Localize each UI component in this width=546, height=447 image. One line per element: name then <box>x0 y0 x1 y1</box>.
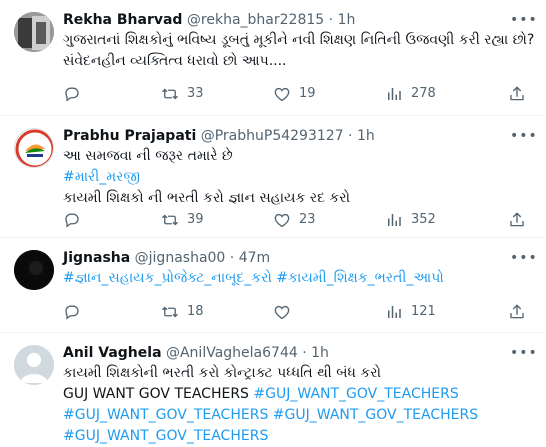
avatar-image <box>14 12 54 52</box>
author-name[interactable]: Jignasha <box>63 250 130 266</box>
reply-icon <box>63 303 81 321</box>
retweet-button[interactable]: 18 <box>161 302 204 322</box>
tweet[interactable]: Prabhu Prajapati @PrabhuP54293127 · 1h •… <box>0 116 546 238</box>
retweet-icon <box>161 211 179 229</box>
views-icon <box>385 211 403 229</box>
reply-button[interactable] <box>63 84 81 104</box>
tweet-header: Anil Vaghela @AnilVaghela6744 · 1h <box>63 343 536 363</box>
separator-dot: · <box>229 250 235 266</box>
tweet-header: Jignasha @jignasha00 · 47m <box>63 248 536 268</box>
heart-icon <box>273 85 291 103</box>
views-icon <box>385 303 403 321</box>
share-button[interactable] <box>508 84 526 104</box>
tweet-line-row: GUJ WANT GOV TEACHERS #GUJ_WANT_GOV_TEAC… <box>63 384 530 405</box>
like-button[interactable]: 23 <box>273 210 316 230</box>
views-button[interactable]: 352 <box>385 210 436 230</box>
views-button[interactable]: 278 <box>385 84 436 104</box>
more-icon[interactable]: ••• <box>510 10 537 30</box>
tweet-line: સંવેદનહીન વ્યક્તિત્વ ધરાવો છો આપ.... <box>63 53 287 69</box>
heart-icon <box>273 211 291 229</box>
heart-icon <box>273 303 291 321</box>
views-count: 121 <box>411 304 436 319</box>
tweet-line: ગુજરાતનાં શિક્ષકોનું ભવિષ્ય ડૂબતું મૂકીન… <box>63 32 535 48</box>
separator-dot: · <box>302 345 307 361</box>
like-count: 19 <box>299 86 316 101</box>
retweet-button[interactable]: 33 <box>161 84 204 104</box>
tweet[interactable]: Anil Vaghela @AnilVaghela6744 · 1h ••• ક… <box>0 333 546 444</box>
hashtag-link[interactable]: #જ્ઞાન_સહાયક_પ્રોજેક્ટ_નાબૂદ_કરો #કાયમી_… <box>63 268 530 289</box>
tweet[interactable]: Rekha Bharvad @rekha_bhar22815 · 1h ••• … <box>0 0 546 116</box>
hashtag-link[interactable]: #GUJ_WANT_GOV_TEACHERS <box>253 386 458 402</box>
timestamp[interactable]: 1h <box>338 12 356 28</box>
retweet-icon <box>161 303 179 321</box>
avatar-image <box>15 129 53 167</box>
author-name[interactable]: Prabhu Prajapati <box>63 128 196 144</box>
share-button[interactable] <box>508 302 526 322</box>
more-icon[interactable]: ••• <box>510 343 537 363</box>
author-name[interactable]: Rekha Bharvad <box>63 12 182 28</box>
avatar[interactable] <box>14 12 54 52</box>
timestamp[interactable]: 1h <box>311 345 329 361</box>
tweet-header: Prabhu Prajapati @PrabhuP54293127 · 1h <box>63 126 536 146</box>
tweet-text: કાયમી શિક્ષકોની ભરતી કરો કોન્ટ્રાક્ટ પધ્… <box>63 363 530 447</box>
tweet-line-row: #GUJ_WANT_GOV_TEACHERS <box>63 426 530 447</box>
more-icon[interactable]: ••• <box>510 126 537 146</box>
default-avatar-icon <box>14 345 54 385</box>
author-handle[interactable]: @jignasha00 <box>135 250 226 266</box>
separator-dot: · <box>328 12 334 28</box>
share-icon <box>508 211 526 229</box>
tweet-text: #જ્ઞાન_સહાયક_પ્રોજેક્ટ_નાબૂદ_કરો #કાયમી_… <box>63 268 530 289</box>
more-icon[interactable]: ••• <box>510 248 537 268</box>
reply-button[interactable] <box>63 210 81 230</box>
retweet-button[interactable]: 39 <box>161 210 204 230</box>
like-button[interactable] <box>273 302 291 322</box>
views-button[interactable]: 121 <box>385 302 436 322</box>
tweet[interactable]: Jignasha @jignasha00 · 47m ••• #જ્ઞાન_સહ… <box>0 238 546 333</box>
retweet-count: 39 <box>187 212 204 227</box>
share-icon <box>508 303 526 321</box>
hashtag-link[interactable]: #GUJ_WANT_GOV_TEACHERS <box>273 407 478 423</box>
avatar[interactable] <box>14 128 54 168</box>
separator-dot: · <box>348 128 353 144</box>
action-bar: 39 23 352 <box>63 210 530 230</box>
tweet-text: આ સમજવા ની જરૂર તમારે છે #મારી_મરજી કાયમ… <box>63 146 530 209</box>
views-count: 352 <box>411 212 436 227</box>
avatar[interactable] <box>14 345 54 385</box>
author-name[interactable]: Anil Vaghela <box>63 345 162 361</box>
reply-button[interactable] <box>63 302 81 322</box>
tweet-line: GUJ WANT GOV TEACHERS <box>63 386 249 402</box>
tweet-line: કાયમી શિક્ષકોની ભરતી કરો કોન્ટ્રાક્ટ પધ્… <box>63 365 381 381</box>
like-count: 23 <box>299 212 316 227</box>
retweet-icon <box>161 85 179 103</box>
reply-icon <box>63 211 81 229</box>
retweet-count: 18 <box>187 304 204 319</box>
avatar-image <box>14 250 54 290</box>
timestamp[interactable]: 1h <box>357 128 375 144</box>
like-button[interactable]: 19 <box>273 84 316 104</box>
hashtag-link[interactable]: #મારી_મરજી <box>63 167 530 188</box>
tweet-line: કાયમી શિક્ષકો ની ભરતી કરો જ્ઞાન સહાયક રદ… <box>63 190 350 206</box>
share-icon <box>508 85 526 103</box>
tweet-text: ગુજરાતનાં શિક્ષકોનું ભવિષ્ય ડૂબતું મૂકીન… <box>63 30 535 72</box>
tweet-line: આ સમજવા ની જરૂર તમારે છે <box>63 148 233 164</box>
retweet-count: 33 <box>187 86 204 101</box>
timestamp[interactable]: 47m <box>239 250 270 266</box>
tweet-line-row: #GUJ_WANT_GOV_TEACHERS #GUJ_WANT_GOV_TEA… <box>63 405 530 426</box>
views-count: 278 <box>411 86 436 101</box>
author-handle[interactable]: @rekha_bhar22815 <box>187 12 324 28</box>
hashtag-link[interactable]: #GUJ_WANT_GOV_TEACHERS <box>63 407 268 423</box>
avatar[interactable] <box>14 250 54 290</box>
views-icon <box>385 85 403 103</box>
action-bar: 33 19 278 <box>63 84 530 104</box>
author-handle[interactable]: @AnilVaghela6744 <box>166 345 298 361</box>
share-button[interactable] <box>508 210 526 230</box>
author-handle[interactable]: @PrabhuP54293127 <box>201 128 344 144</box>
reply-icon <box>63 85 81 103</box>
tweet-header: Rekha Bharvad @rekha_bhar22815 · 1h <box>63 10 536 30</box>
action-bar: 18 121 <box>63 302 530 322</box>
